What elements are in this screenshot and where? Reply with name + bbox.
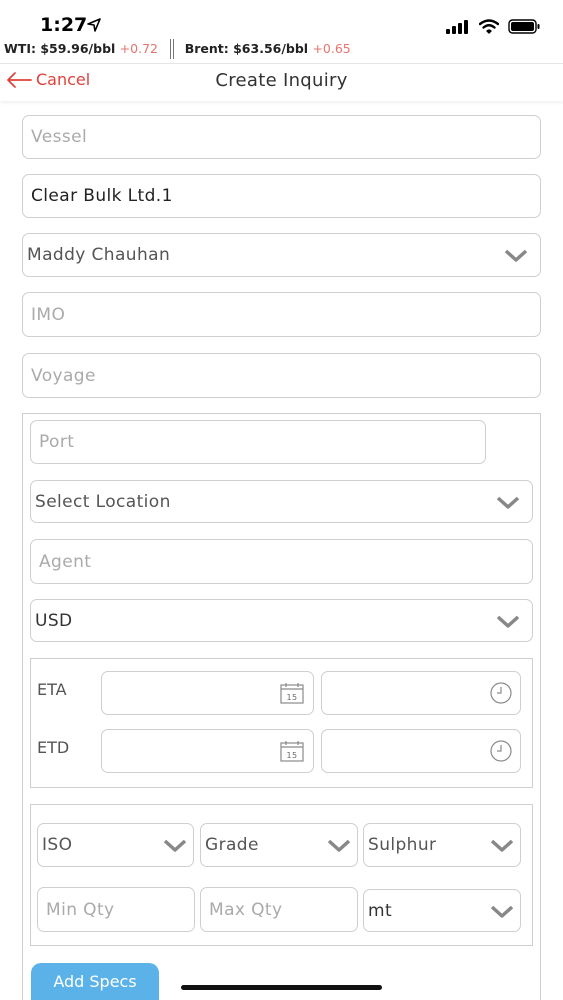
company-input[interactable]: Clear Bulk Ltd.1 bbox=[22, 174, 541, 218]
min-qty-input[interactable]: Min Qty bbox=[37, 887, 195, 932]
status-bar: 1:27 bbox=[0, 0, 563, 38]
battery-icon bbox=[508, 19, 540, 34]
oil-price-ticker: WTI: $59.96/bbl +0.72 Brent: $63.56/bbl … bbox=[4, 39, 351, 59]
brent-price: Brent: $63.56/bbl bbox=[184, 41, 309, 56]
chevron-down-icon bbox=[327, 839, 351, 852]
brent-change: +0.65 bbox=[312, 41, 351, 56]
clock-icon bbox=[490, 740, 512, 762]
currency-value: USD bbox=[35, 610, 73, 631]
location-select[interactable]: Select Location bbox=[30, 480, 533, 523]
eta-time-input[interactable] bbox=[321, 671, 521, 715]
etd-label: ETD bbox=[37, 738, 70, 757]
contact-select[interactable]: Maddy Chauhan bbox=[22, 233, 541, 277]
status-icons bbox=[446, 19, 541, 34]
ticker-divider bbox=[170, 39, 175, 59]
wifi-icon bbox=[479, 19, 499, 34]
calendar-icon: 15 bbox=[280, 683, 304, 704]
vessel-input[interactable]: Vessel bbox=[22, 115, 541, 159]
currency-select[interactable]: USD bbox=[30, 599, 533, 642]
location-arrow-icon bbox=[87, 18, 101, 32]
wti-price: WTI: $59.96/bbl bbox=[4, 41, 116, 56]
imo-input[interactable]: IMO bbox=[22, 292, 541, 337]
eta-label: ETA bbox=[37, 680, 67, 699]
port-placeholder: Port bbox=[39, 432, 75, 452]
add-specs-button[interactable]: Add Specs bbox=[31, 963, 159, 1000]
imo-placeholder: IMO bbox=[31, 304, 66, 325]
signal-icon bbox=[446, 19, 468, 34]
chevron-down-icon bbox=[496, 615, 520, 628]
grade-select[interactable]: Grade bbox=[200, 823, 358, 867]
chevron-down-icon bbox=[504, 249, 528, 262]
home-indicator bbox=[181, 985, 382, 990]
chevron-down-icon bbox=[496, 496, 520, 509]
agent-input[interactable]: Agent bbox=[30, 539, 533, 584]
location-value: Select Location bbox=[35, 491, 171, 512]
sulphur-select[interactable]: Sulphur bbox=[363, 823, 521, 867]
etd-date-input[interactable]: 15 bbox=[101, 729, 314, 773]
voyage-input[interactable]: Voyage bbox=[22, 353, 541, 398]
chevron-down-icon bbox=[490, 905, 514, 918]
wti-change: +0.72 bbox=[119, 41, 158, 56]
max-qty-placeholder: Max Qty bbox=[209, 899, 283, 920]
etd-time-input[interactable] bbox=[321, 729, 521, 773]
max-qty-input[interactable]: Max Qty bbox=[200, 887, 358, 932]
grade-value: Grade bbox=[205, 835, 259, 855]
iso-value: ISO bbox=[42, 835, 73, 855]
status-time: 1:27 bbox=[40, 14, 88, 36]
calendar-day: 15 bbox=[287, 693, 298, 702]
contact-value: Maddy Chauhan bbox=[27, 245, 171, 265]
sulphur-value: Sulphur bbox=[368, 835, 437, 855]
nav-bar: Cancel Create Inquiry bbox=[0, 63, 563, 101]
chevron-down-icon bbox=[163, 839, 187, 852]
unit-value: mt bbox=[368, 900, 393, 921]
chevron-down-icon bbox=[490, 839, 514, 852]
agent-placeholder: Agent bbox=[39, 551, 92, 572]
page-title: Create Inquiry bbox=[215, 70, 348, 91]
unit-select[interactable]: mt bbox=[363, 889, 521, 932]
eta-date-input[interactable]: 15 bbox=[101, 671, 314, 715]
calendar-day: 15 bbox=[287, 751, 298, 760]
clock-icon bbox=[490, 682, 512, 704]
calendar-icon: 15 bbox=[280, 741, 304, 762]
min-qty-placeholder: Min Qty bbox=[46, 899, 115, 920]
iso-select[interactable]: ISO bbox=[37, 823, 194, 867]
voyage-placeholder: Voyage bbox=[31, 365, 96, 386]
company-value: Clear Bulk Ltd.1 bbox=[31, 186, 173, 206]
vessel-placeholder: Vessel bbox=[31, 127, 88, 147]
port-input[interactable]: Port bbox=[30, 420, 486, 464]
